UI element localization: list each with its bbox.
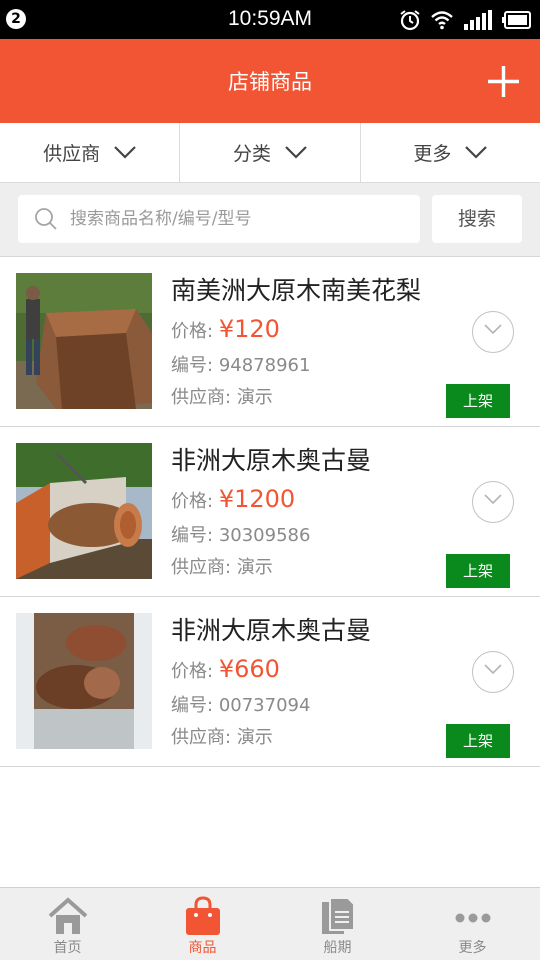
price-label: 价格: bbox=[171, 321, 214, 342]
app-header: 店铺商品 bbox=[0, 39, 540, 123]
shopping-bag-icon bbox=[185, 896, 220, 935]
tab-products-label: 商品 bbox=[188, 940, 217, 956]
product-thumbnail bbox=[16, 613, 152, 749]
expand-button[interactable] bbox=[472, 481, 514, 523]
filter-category[interactable]: 分类 bbox=[180, 123, 361, 182]
tab-more[interactable]: 更多 bbox=[405, 888, 540, 960]
bottom-tab-bar: 首页 商品 船期 更多 bbox=[0, 887, 540, 960]
product-supplier: 供应商: 演示 bbox=[171, 553, 273, 579]
signal-icon bbox=[464, 10, 492, 30]
product-row[interactable]: 非洲大原木奥古曼 价格: ¥660 编号: 00737094 供应商: 演示 上… bbox=[0, 597, 540, 767]
tab-shipping-label: 船期 bbox=[323, 940, 352, 956]
expand-button[interactable] bbox=[472, 651, 514, 693]
search-area: 搜索 bbox=[0, 183, 540, 256]
code-value: 00737094 bbox=[218, 695, 311, 716]
supplier-value: 演示 bbox=[236, 387, 273, 408]
filter-more-label: 更多 bbox=[413, 143, 452, 165]
supplier-value: 演示 bbox=[236, 557, 273, 578]
search-icon bbox=[35, 208, 57, 230]
price-value: ¥1200 bbox=[218, 485, 296, 513]
product-price: 价格: ¥1200 bbox=[171, 485, 295, 513]
supplier-value: 演示 bbox=[236, 727, 273, 748]
chevron-down-icon bbox=[484, 494, 502, 505]
filter-supplier[interactable]: 供应商 bbox=[0, 123, 181, 182]
chevron-down-icon bbox=[484, 324, 502, 335]
code-label: 编号: bbox=[171, 355, 214, 376]
page-title: 店铺商品 bbox=[228, 70, 312, 94]
chevron-down-icon bbox=[285, 146, 307, 159]
wifi-icon bbox=[431, 11, 453, 30]
product-name: 南美洲大原木南美花梨 bbox=[171, 276, 422, 305]
product-name: 非洲大原木奥古曼 bbox=[171, 446, 372, 475]
search-button[interactable]: 搜索 bbox=[432, 195, 522, 243]
code-label: 编号: bbox=[171, 525, 214, 546]
product-row[interactable]: 南美洲大原木南美花梨 价格: ¥120 编号: 94878961 供应商: 演示… bbox=[0, 257, 540, 427]
home-icon bbox=[48, 897, 87, 934]
documents-icon bbox=[321, 897, 355, 934]
status-badge[interactable]: 上架 bbox=[446, 554, 510, 588]
code-label: 编号: bbox=[171, 695, 214, 716]
expand-button[interactable] bbox=[472, 311, 514, 353]
filter-category-label: 分类 bbox=[232, 143, 271, 165]
battery-icon bbox=[502, 11, 531, 29]
product-supplier: 供应商: 演示 bbox=[171, 383, 273, 409]
product-name: 非洲大原木奥古曼 bbox=[171, 616, 372, 645]
price-label: 价格: bbox=[171, 491, 214, 512]
product-thumbnail bbox=[16, 273, 152, 409]
tab-more-label: 更多 bbox=[458, 940, 487, 956]
code-value: 94878961 bbox=[218, 355, 311, 376]
chevron-down-icon bbox=[484, 664, 502, 675]
status-icons bbox=[399, 8, 532, 32]
plus-icon bbox=[488, 66, 519, 97]
add-product-button[interactable] bbox=[487, 65, 520, 98]
filter-bar: 供应商 分类 更多 bbox=[0, 123, 540, 183]
tab-home-label: 首页 bbox=[53, 940, 82, 956]
status-bar: 2 10:59AM bbox=[0, 0, 540, 39]
status-badge[interactable]: 上架 bbox=[446, 724, 510, 758]
filter-more[interactable]: 更多 bbox=[361, 123, 540, 182]
more-dots-icon bbox=[455, 913, 490, 923]
price-value: ¥660 bbox=[218, 655, 280, 683]
price-label: 价格: bbox=[171, 661, 214, 682]
supplier-label: 供应商: bbox=[171, 727, 232, 748]
product-price: 价格: ¥660 bbox=[171, 655, 280, 683]
chevron-down-icon bbox=[465, 146, 488, 159]
product-code: 编号: 94878961 bbox=[171, 351, 310, 377]
search-box[interactable] bbox=[18, 195, 420, 243]
code-value: 30309586 bbox=[218, 525, 311, 546]
tab-home[interactable]: 首页 bbox=[0, 888, 135, 960]
product-code: 编号: 30309586 bbox=[171, 521, 310, 547]
product-price: 价格: ¥120 bbox=[171, 315, 280, 343]
tab-shipping[interactable]: 船期 bbox=[270, 888, 405, 960]
product-row[interactable]: 非洲大原木奥古曼 价格: ¥1200 编号: 30309586 供应商: 演示 … bbox=[0, 427, 540, 597]
product-thumbnail bbox=[16, 443, 152, 579]
chevron-down-icon bbox=[114, 146, 136, 159]
alarm-icon bbox=[400, 10, 420, 31]
price-value: ¥120 bbox=[218, 315, 280, 343]
tab-products[interactable]: 商品 bbox=[135, 888, 270, 960]
supplier-label: 供应商: bbox=[171, 557, 232, 578]
product-list: 南美洲大原木南美花梨 价格: ¥120 编号: 94878961 供应商: 演示… bbox=[0, 256, 540, 767]
filter-supplier-label: 供应商 bbox=[43, 143, 101, 165]
product-code: 编号: 00737094 bbox=[171, 691, 310, 717]
status-badge[interactable]: 上架 bbox=[446, 384, 510, 418]
search-input[interactable] bbox=[70, 195, 410, 243]
product-supplier: 供应商: 演示 bbox=[171, 723, 273, 749]
supplier-label: 供应商: bbox=[171, 387, 232, 408]
